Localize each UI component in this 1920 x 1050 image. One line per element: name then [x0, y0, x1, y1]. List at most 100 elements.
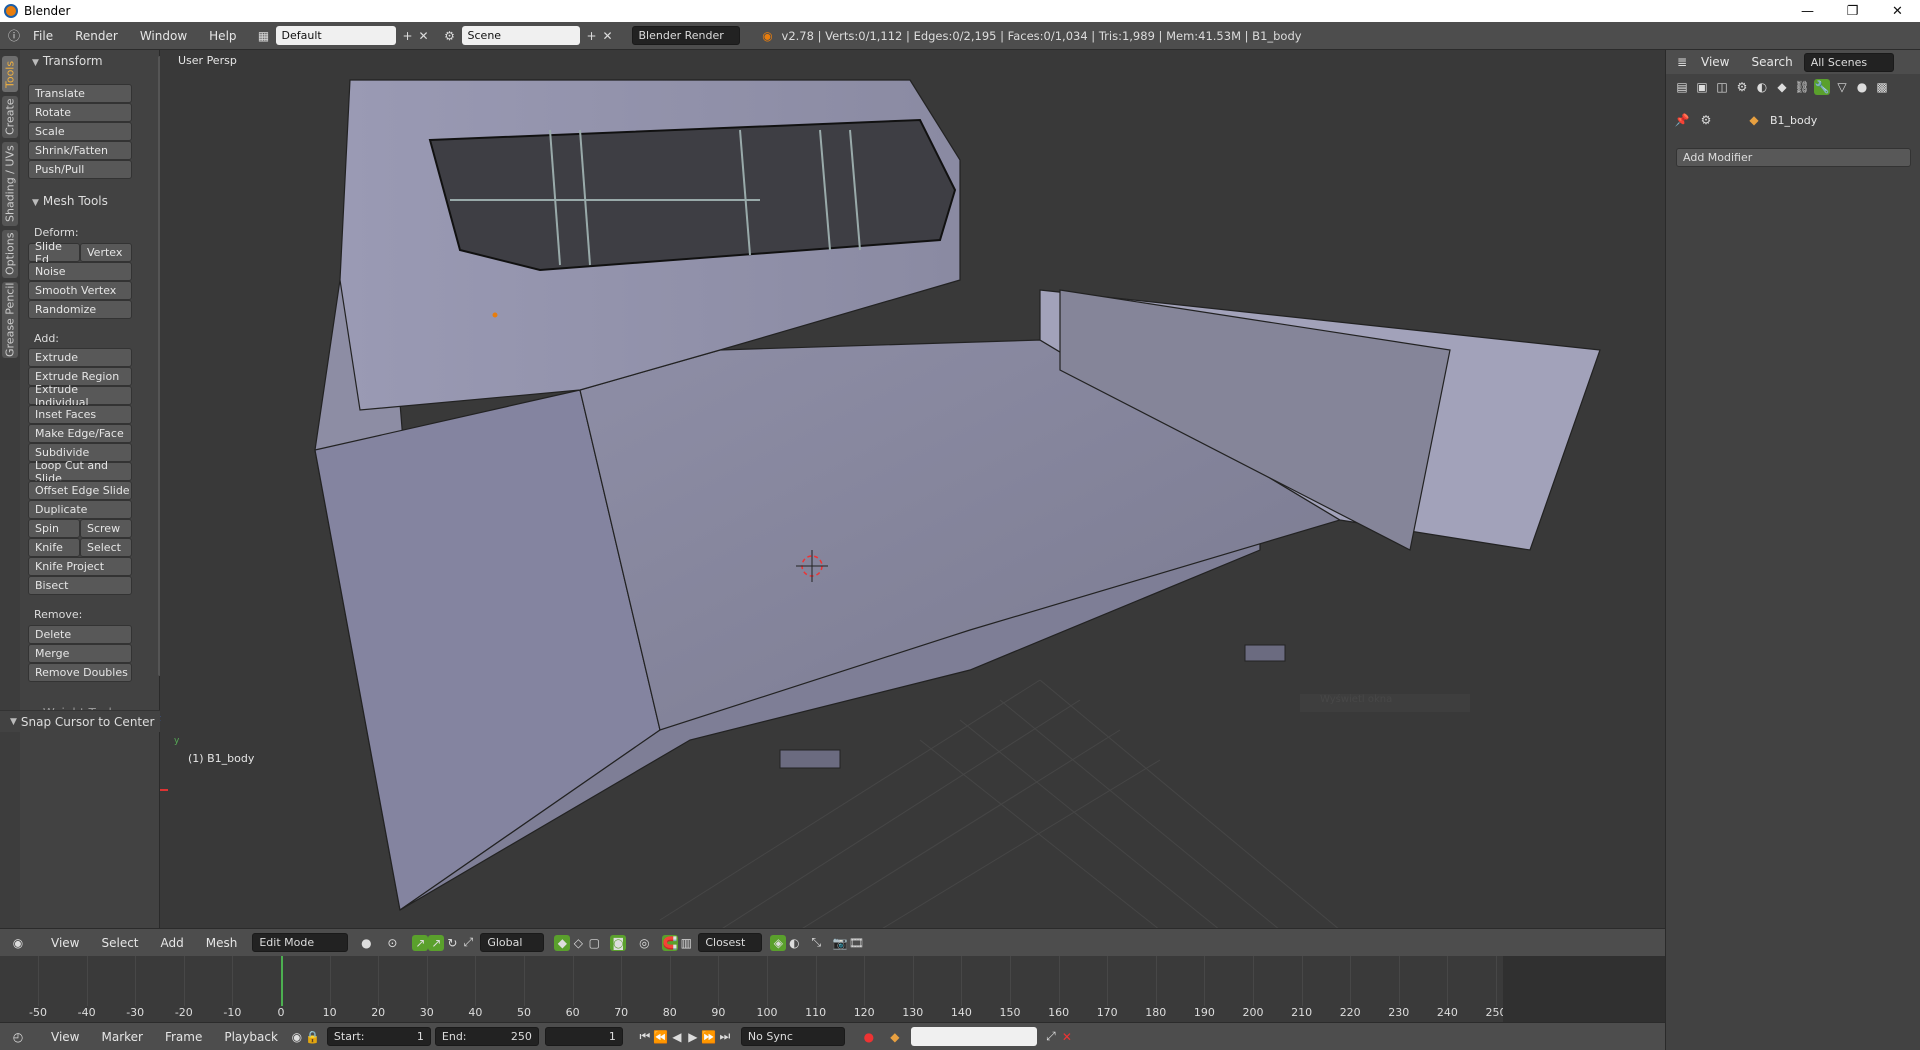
rotate-manipulator-icon[interactable]: ↻ [444, 935, 460, 951]
viewport-shading-icon[interactable]: ● [358, 935, 374, 951]
start-frame-field[interactable]: Start: 1 [326, 1027, 431, 1046]
translate-button[interactable]: Translate [28, 84, 132, 103]
tab-tools[interactable]: Tools [2, 56, 18, 92]
delete-keyframe-icon[interactable]: ✕ [1059, 1029, 1075, 1045]
lock-icon[interactable]: 🔒 [305, 1029, 321, 1045]
scenes-dropdown[interactable]: All Scenes [1803, 52, 1894, 72]
play-reverse-icon[interactable]: ◀ [669, 1029, 685, 1045]
constraints-tab-icon[interactable]: ⛓ [1794, 79, 1810, 95]
noise-button[interactable]: Noise [28, 262, 132, 281]
snap-element-icon[interactable]: ▥ [678, 935, 694, 951]
jump-start-icon[interactable]: ⏮ [637, 1029, 653, 1045]
3d-viewport[interactable]: User Persp (1) B1_body Wyświetl okna z y [160, 50, 1665, 928]
scene-tab-icon[interactable]: ⚙ [1734, 79, 1750, 95]
randomize-button[interactable]: Randomize [28, 300, 132, 319]
snap-toggle-icon[interactable]: 🧲 [662, 934, 679, 951]
modifiers-tab-icon[interactable]: 🔧 [1814, 79, 1830, 95]
timeline-menu-frame[interactable]: Frame [154, 1030, 213, 1044]
menu-file[interactable]: File [22, 29, 64, 43]
render-tab-icon[interactable]: ▣ [1694, 79, 1710, 95]
remove-layout-icon[interactable]: ✕ [416, 28, 432, 44]
current-frame-line[interactable] [281, 956, 283, 1006]
shrink-fatten-button[interactable]: Shrink/Fatten [28, 141, 132, 160]
snap-rotation-icon[interactable]: ◈ [770, 934, 787, 951]
proportional-edit-icon[interactable]: ◎ [636, 935, 652, 951]
scene-link-icon[interactable]: ⚙ [1698, 112, 1714, 128]
tab-grease-pencil[interactable]: Grease Pencil [2, 282, 18, 358]
knife-button[interactable]: Knife [28, 538, 80, 557]
timeline-menu-marker[interactable]: Marker [90, 1030, 153, 1044]
render-animation-icon[interactable]: 🎞 [848, 935, 864, 951]
layout-field[interactable]: Default [275, 26, 396, 45]
scale-button[interactable]: Scale [28, 122, 132, 141]
make-edge-face-button[interactable]: Make Edge/Face [28, 424, 132, 443]
jump-end-icon[interactable]: ⏭ [717, 1029, 733, 1045]
translate-manipulator-icon[interactable]: ↗ [428, 934, 445, 951]
rotate-button[interactable]: Rotate [28, 103, 132, 122]
slide-vertex-button[interactable]: Vertex [80, 243, 132, 262]
knife-project-button[interactable]: Knife Project [28, 557, 132, 576]
smooth-vertex-button[interactable]: Smooth Vertex [28, 281, 132, 300]
extrude-individual-button[interactable]: Extrude Individual [28, 383, 132, 409]
outliner-menu-search[interactable]: Search [1740, 55, 1803, 69]
material-tab-icon[interactable]: ● [1854, 79, 1870, 95]
edge-select-icon[interactable]: ◇ [570, 935, 586, 951]
v3d-menu-add[interactable]: Add [150, 936, 195, 950]
slide-edge-button[interactable]: Slide Ed [28, 240, 80, 266]
layers-tab-icon[interactable]: ◫ [1714, 79, 1730, 95]
offset-edge-slide-button[interactable]: Offset Edge Slide [28, 481, 132, 500]
screw-button[interactable]: Screw [80, 519, 132, 538]
render-engine-dropdown[interactable]: Blender Render [631, 26, 740, 45]
info-editor-icon[interactable]: ⓘ [6, 28, 22, 44]
menu-help[interactable]: Help [198, 29, 247, 43]
mesh-tools-panel-header[interactable]: ▼ Mesh Tools [32, 194, 108, 208]
bisect-button[interactable]: Bisect [28, 576, 132, 595]
snap-target-dropdown[interactable]: Closest [698, 933, 763, 952]
menu-window[interactable]: Window [129, 29, 198, 43]
scene-icon[interactable]: ⚙ [442, 28, 458, 44]
extrude-button[interactable]: Extrude [28, 348, 132, 367]
maximize-button[interactable]: ❐ [1830, 0, 1875, 22]
world-tab-icon[interactable]: ◐ [1754, 79, 1770, 95]
v3d-menu-select[interactable]: Select [90, 936, 149, 950]
v3d-menu-view[interactable]: View [40, 936, 90, 950]
render-still-icon[interactable]: 📷 [832, 935, 848, 951]
tab-options[interactable]: Options [2, 230, 18, 278]
loop-cut-slide-button[interactable]: Loop Cut and Slide [28, 459, 132, 485]
outliner-menu-view[interactable]: View [1690, 55, 1740, 69]
timeline-menu-playback[interactable]: Playback [213, 1030, 289, 1044]
record-icon[interactable]: ● [861, 1029, 877, 1045]
mode-dropdown[interactable]: Edit Mode [252, 933, 349, 952]
remove-scene-icon[interactable]: ✕ [600, 28, 616, 44]
timeline-area[interactable]: -50 -40 -30 -20 -10 0 10 20 30 40 50 60 70 80 90 100 110… [0, 956, 1665, 1022]
spin-button[interactable]: Spin [28, 519, 80, 538]
tab-create[interactable]: Create [2, 96, 18, 138]
camera-icon[interactable]: ◉ [289, 1029, 305, 1045]
prev-keyframe-icon[interactable]: ⏪ [653, 1029, 669, 1045]
inset-faces-button[interactable]: Inset Faces [28, 405, 132, 424]
remove-doubles-button[interactable]: Remove Doubles [28, 663, 132, 682]
viewport-canvas[interactable] [160, 50, 1665, 928]
end-frame-field[interactable]: End: 250 [434, 1027, 539, 1046]
object-tab-icon[interactable]: ◆ [1774, 79, 1790, 95]
texture-tab-icon[interactable]: ▩ [1874, 79, 1890, 95]
sync-dropdown[interactable]: No Sync [740, 1027, 845, 1046]
knife-select-button[interactable]: Select [80, 538, 132, 557]
close-button[interactable]: ✕ [1875, 0, 1920, 22]
snap-cursor-panel-header[interactable]: ▼ Snap Cursor to Center [0, 710, 160, 732]
scale-manipulator-icon[interactable]: ⤢ [460, 935, 476, 951]
timeline-menu-view[interactable]: View [40, 1030, 90, 1044]
selected-vertex[interactable] [492, 312, 498, 318]
transform-panel-header[interactable]: ▼ Transform [32, 54, 103, 68]
screen-layout-icon[interactable]: ▦ [256, 28, 272, 44]
add-layout-icon[interactable]: + [400, 28, 416, 44]
tab-shading-uvs[interactable]: Shading / UVs [2, 142, 18, 226]
face-select-icon[interactable]: ▢ [586, 935, 602, 951]
current-frame-field[interactable]: 1 [544, 1027, 623, 1046]
limit-selection-icon[interactable]: ◙ [610, 934, 627, 951]
editor-type-3d-icon[interactable]: ◉ [10, 935, 26, 951]
next-keyframe-icon[interactable]: ⏩ [701, 1029, 717, 1045]
editor-type-timeline-icon[interactable]: ◴ [10, 1029, 26, 1045]
measure-icon[interactable]: ⤡ [808, 935, 824, 951]
transform-orientation-dropdown[interactable]: Global [480, 933, 545, 952]
